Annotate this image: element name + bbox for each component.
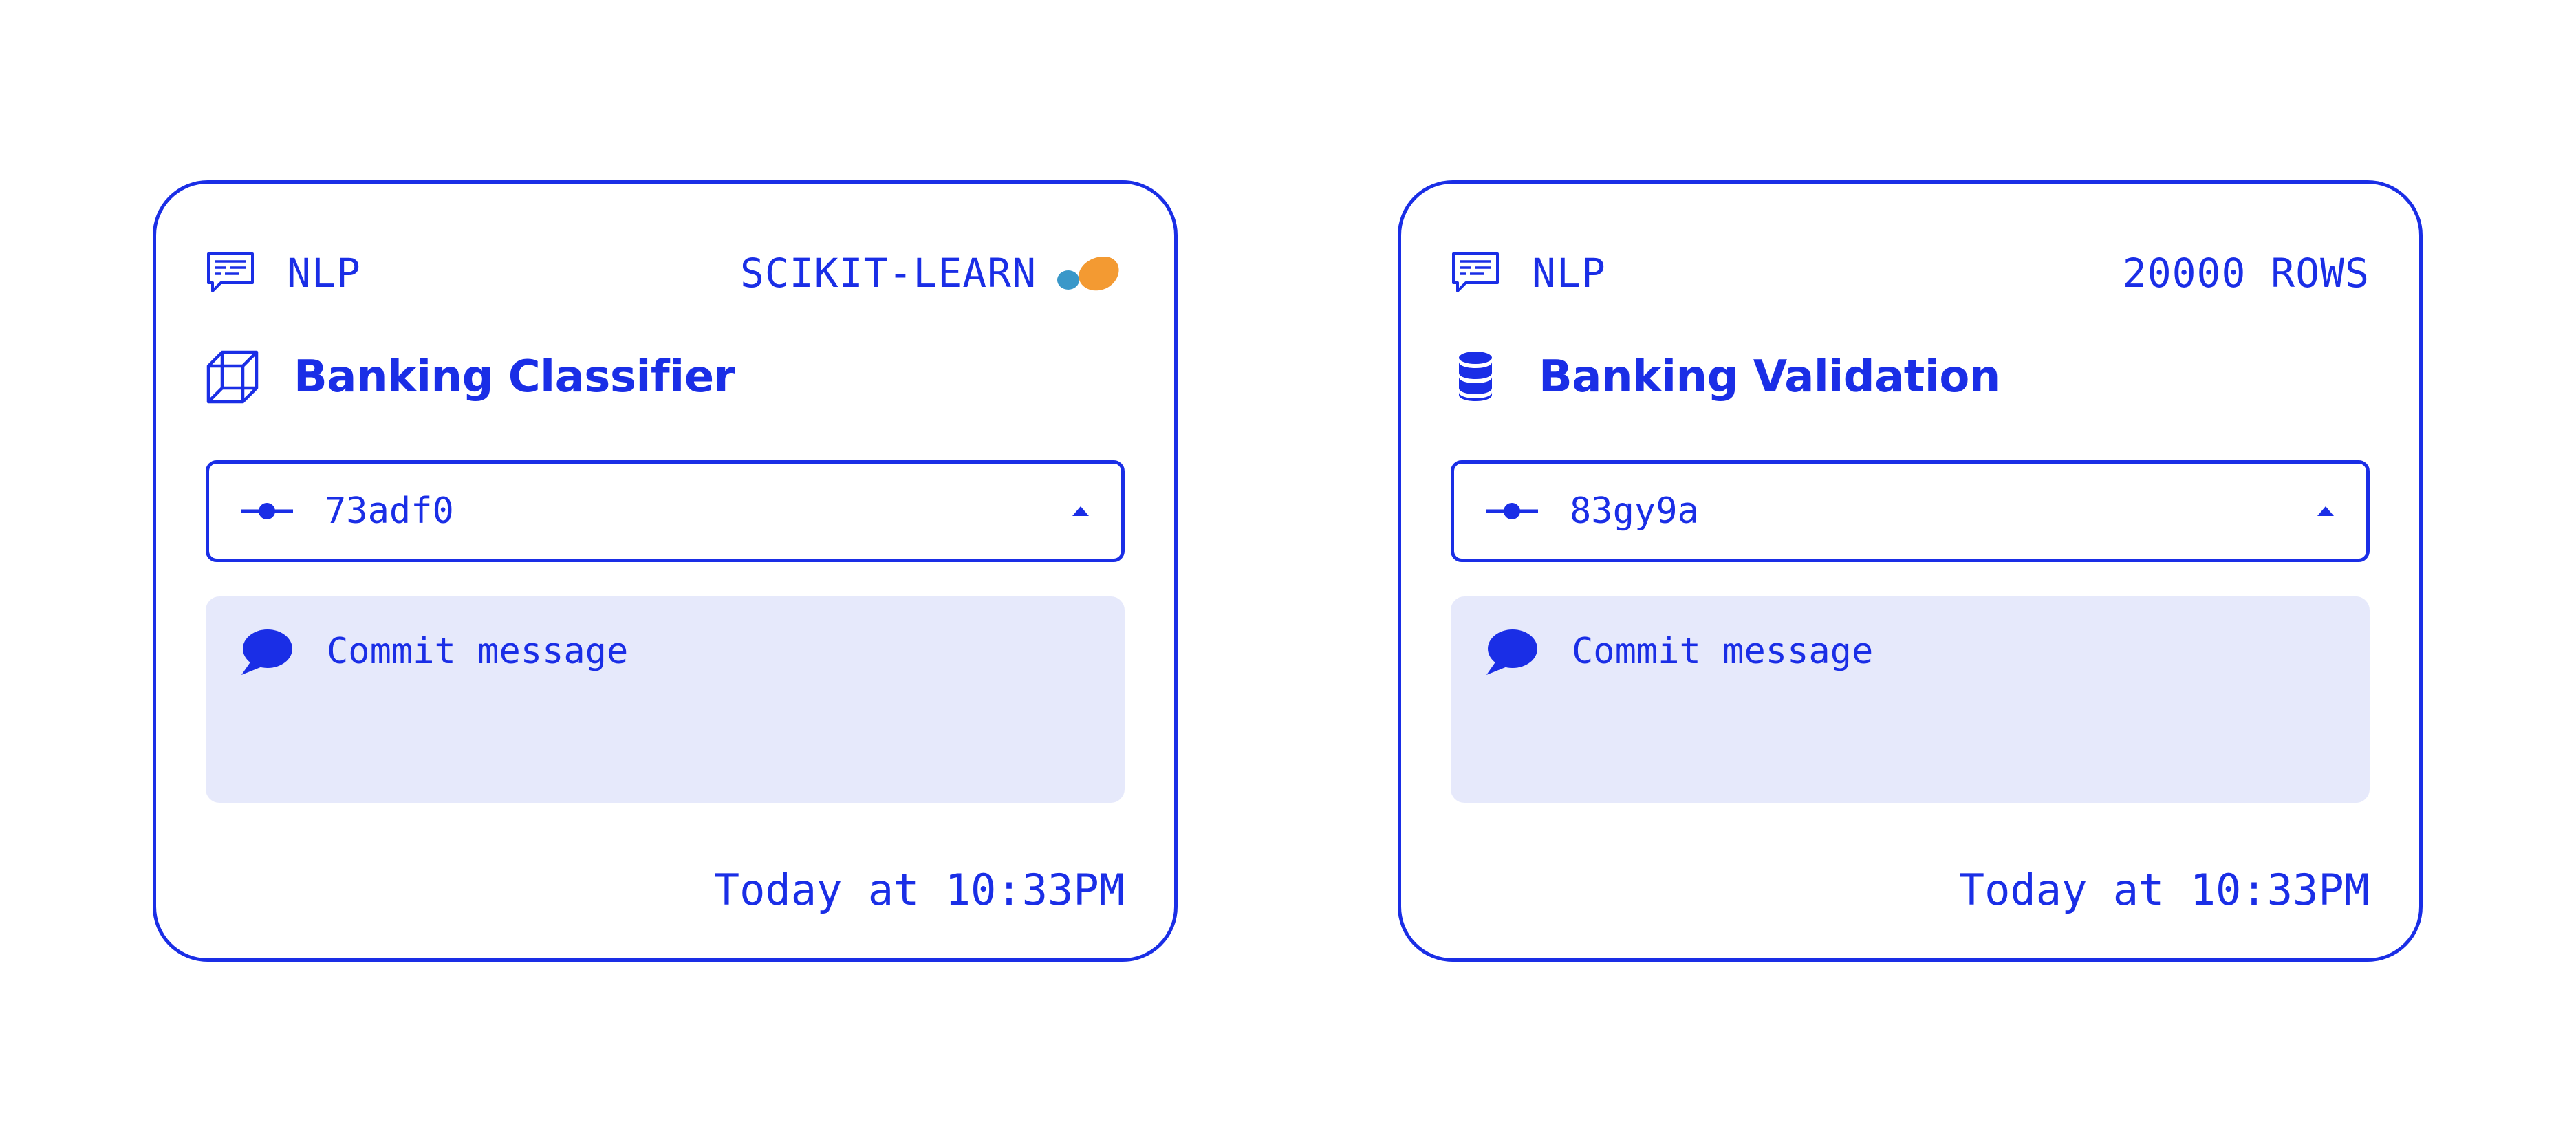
commit-hash: 83gy9a — [1570, 491, 1699, 532]
commit-message-field[interactable]: Commit message — [206, 596, 1125, 803]
commit-message-placeholder: Commit message — [327, 631, 629, 672]
speech-bubble-icon — [1484, 628, 1539, 678]
timestamp: Today at 10:33PM — [713, 865, 1125, 915]
card-title-row: Banking Validation — [1451, 346, 2370, 408]
caret-up-icon[interactable] — [2315, 504, 2336, 519]
cube-model-icon — [206, 349, 259, 405]
category-label: NLP — [1532, 250, 1606, 297]
chat-lines-icon — [1451, 251, 1500, 295]
framework-label: SCIKIT-LEARN — [739, 250, 1037, 297]
model-card[interactable]: NLP SCIKIT-LEARN Banking Classifier 73ad… — [153, 180, 1178, 962]
commit-icon — [239, 501, 294, 521]
database-icon — [1451, 349, 1504, 405]
commit-select[interactable]: 73adf0 — [206, 460, 1125, 562]
commit-hash: 73adf0 — [325, 491, 454, 532]
commit-message-field[interactable]: Commit message — [1451, 596, 2370, 803]
rows-tag: 20000 ROWS — [2123, 250, 2370, 297]
card-title-row: Banking Classifier — [206, 346, 1125, 408]
card-header: NLP SCIKIT-LEARN — [206, 246, 1125, 301]
speech-bubble-icon — [239, 628, 294, 678]
category-tag: NLP — [1451, 250, 1606, 297]
card-header: NLP 20000 ROWS — [1451, 246, 2370, 301]
card-title[interactable]: Banking Validation — [1539, 352, 2000, 402]
framework-tag: SCIKIT-LEARN — [740, 250, 1125, 297]
dataset-card[interactable]: NLP 20000 ROWS Banking Validation 83gy9a… — [1398, 180, 2423, 962]
chat-lines-icon — [206, 251, 255, 295]
category-label: NLP — [287, 250, 361, 297]
commit-message-placeholder: Commit message — [1572, 631, 1874, 672]
card-title[interactable]: Banking Classifier — [294, 352, 735, 402]
category-tag: NLP — [206, 250, 361, 297]
row-count-label: 20000 ROWS — [2122, 250, 2370, 297]
commit-select[interactable]: 83gy9a — [1451, 460, 2370, 562]
commit-icon — [1484, 501, 1539, 521]
timestamp: Today at 10:33PM — [1958, 865, 2370, 915]
scikit-learn-logo — [1053, 251, 1125, 295]
caret-up-icon[interactable] — [1070, 504, 1091, 519]
